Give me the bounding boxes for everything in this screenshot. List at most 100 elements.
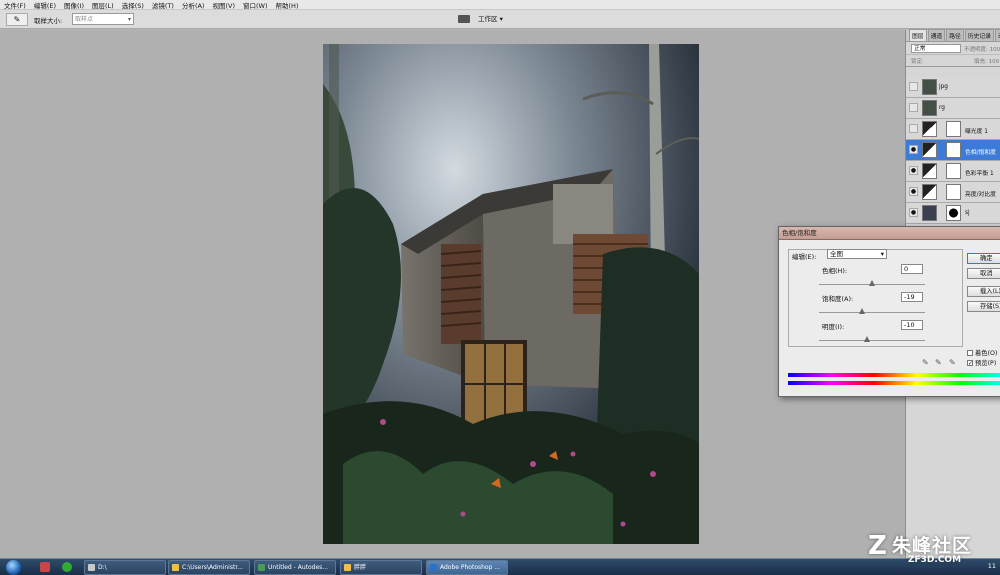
menu-item-3[interactable]: 图层(L) xyxy=(92,0,114,10)
menu-item-7[interactable]: 视图(V) xyxy=(212,0,235,10)
dialog-title[interactable]: 色相/饱和度 xyxy=(779,227,1000,240)
panel-tab-1[interactable]: 通道 xyxy=(927,29,946,41)
layer-row[interactable]: jpg xyxy=(906,77,1000,98)
colorize-checkbox[interactable]: 着色(O) xyxy=(967,348,997,357)
layer-row[interactable]: rg xyxy=(906,98,1000,119)
task-app-icon xyxy=(172,564,179,571)
quicklaunch-icon-2[interactable] xyxy=(62,562,72,572)
lightness-slider-knob[interactable] xyxy=(863,336,870,342)
layer-row[interactable]: ● sj xyxy=(906,203,1000,224)
layer-thumbnail xyxy=(922,142,937,158)
eyedropper-minus-icon[interactable]: ✎ xyxy=(949,358,956,367)
visibility-eye-icon[interactable]: ● xyxy=(909,187,918,196)
layer-mask-thumbnail xyxy=(946,163,961,179)
taskbar-task[interactable]: C:\Users\Administr... xyxy=(168,560,250,575)
watermark-logo-icon: Z xyxy=(868,531,887,561)
menu-item-0[interactable]: 文件(F) xyxy=(4,0,26,10)
load-button[interactable]: 载入(L)... xyxy=(967,286,1000,297)
colorize-label: 着色(O) xyxy=(975,350,998,357)
layer-mask-thumbnail xyxy=(946,121,961,137)
adjust-group xyxy=(788,249,963,347)
menu-item-6[interactable]: 分析(A) xyxy=(182,0,205,10)
taskbar-task[interactable]: Adobe Photoshop ... xyxy=(426,560,508,575)
house-render-image xyxy=(323,44,699,544)
camera-icon xyxy=(458,15,470,23)
colorize-check-box[interactable] xyxy=(967,350,973,356)
preview-check-box[interactable]: ✓ xyxy=(967,360,973,367)
blend-mode-select[interactable]: 正常 xyxy=(911,44,961,53)
layer-thumbnail xyxy=(922,184,937,200)
layer-row[interactable]: ● 色相/饱和度 xyxy=(906,140,1000,161)
workspace-button[interactable]: 工作区 ▾ xyxy=(458,13,518,26)
saturation-slider-knob[interactable] xyxy=(858,308,865,314)
eyedropper-plus-icon[interactable]: ✎ xyxy=(935,358,942,367)
visibility-eye-icon[interactable]: ● xyxy=(909,166,918,175)
workspace-label: 工作区 ▾ xyxy=(478,15,503,23)
panel-tab-2[interactable]: 路径 xyxy=(946,29,964,41)
task-label: 胖胖 xyxy=(354,564,367,571)
layer-thumbnail xyxy=(922,205,937,221)
visibility-eye-icon[interactable] xyxy=(909,103,918,112)
saturation-slider-track[interactable] xyxy=(819,312,925,313)
menu-item-8[interactable]: 窗口(W) xyxy=(243,0,268,10)
sample-size-select[interactable]: 取样点 xyxy=(72,13,134,25)
taskbar-task[interactable]: 胖胖 xyxy=(340,560,422,575)
layer-mask-thumbnail xyxy=(946,142,961,158)
ok-button[interactable]: 确定 xyxy=(967,253,1000,264)
saturation-input[interactable]: -19 xyxy=(901,292,923,302)
task-label: Untitled - Autodes... xyxy=(268,564,328,571)
panel-tab-4[interactable]: 动作 xyxy=(995,29,1000,41)
sample-size-label: 取样大小: xyxy=(34,17,63,25)
task-label: D:\ xyxy=(98,564,107,571)
menu-bar: 文件(F) 编辑(E) 图像(I) 图层(L) 选择(S) 滤镜(T) 分析(A) 视图(V)… xyxy=(0,0,1000,10)
visibility-eye-icon[interactable] xyxy=(909,124,918,133)
layer-mask-thumbnail xyxy=(946,205,961,221)
task-app-icon xyxy=(430,564,437,571)
lightness-label: 明度(I): xyxy=(822,323,845,331)
layer-name: jpg xyxy=(939,84,948,90)
layer-row[interactable]: ● 色彩平衡 1 xyxy=(906,161,1000,182)
color-bar-bottom xyxy=(788,381,1000,385)
taskbar-task[interactable]: Untitled - Autodes... xyxy=(254,560,336,575)
hue-input[interactable]: 0 xyxy=(901,264,923,274)
visibility-eye-icon[interactable]: ● xyxy=(909,208,918,217)
layer-row[interactable]: ● 亮度/对比度 xyxy=(906,182,1000,203)
menu-item-5[interactable]: 滤镜(T) xyxy=(152,0,174,10)
edit-label: 编辑(E): xyxy=(792,253,817,261)
visibility-eye-icon[interactable] xyxy=(909,82,918,91)
preview-label: 预览(P) xyxy=(975,360,997,367)
watermark-url: ZF3D.COM xyxy=(908,555,962,565)
cancel-button[interactable]: 取消 xyxy=(967,268,1000,279)
visibility-eye-icon[interactable]: ● xyxy=(909,145,918,154)
task-label: Adobe Photoshop ... xyxy=(440,564,501,571)
layer-name: 色相/饱和度 xyxy=(965,150,996,156)
fill-control[interactable]: 填充: 100 xyxy=(974,57,999,65)
start-button[interactable] xyxy=(6,560,21,575)
taskbar-task[interactable]: D:\ xyxy=(84,560,166,575)
edit-select[interactable]: 全图 xyxy=(827,249,887,259)
menu-item-9[interactable]: 帮助(H) xyxy=(276,0,299,10)
hue-saturation-dialog: 色相/饱和度 编辑(E): 全图 色相(H): 0 饱和度(A): -19 明度… xyxy=(778,226,1000,397)
lightness-input[interactable]: -10 xyxy=(901,320,923,330)
hue-label: 色相(H): xyxy=(822,267,848,275)
panel-tab-3[interactable]: 历史记录 xyxy=(964,29,995,41)
lightness-slider-track[interactable] xyxy=(819,340,925,341)
watermark: Z 朱峰社区 ZF3D.COM xyxy=(868,529,998,569)
layer-row[interactable]: 曝光度 1 xyxy=(906,119,1000,140)
watermark-name: 朱峰社区 xyxy=(892,535,973,557)
quicklaunch-icon-1[interactable] xyxy=(40,562,50,572)
panel-tabs: 图层通道路径历史记录动作 xyxy=(906,29,1000,42)
menu-item-4[interactable]: 选择(S) xyxy=(122,0,144,10)
eyedropper-icon[interactable]: ✎ xyxy=(922,358,929,367)
panel-tab-0[interactable]: 图层 xyxy=(909,29,927,41)
opacity-control[interactable]: 不透明度: 100 xyxy=(964,45,1000,53)
menu-item-1[interactable]: 编辑(E) xyxy=(34,0,56,10)
preview-checkbox[interactable]: ✓ 预览(P) xyxy=(967,358,996,367)
hue-slider-knob[interactable] xyxy=(869,280,875,286)
options-bar: ✎ 取样大小: 取样点 工作区 ▾ xyxy=(0,10,1000,29)
document-image[interactable] xyxy=(323,44,699,544)
save-button[interactable]: 存储(S)... xyxy=(967,301,1000,312)
menu-item-2[interactable]: 图像(I) xyxy=(64,0,84,10)
eyedropper-icon[interactable]: ✎ xyxy=(6,13,28,26)
task-app-icon xyxy=(344,564,351,571)
